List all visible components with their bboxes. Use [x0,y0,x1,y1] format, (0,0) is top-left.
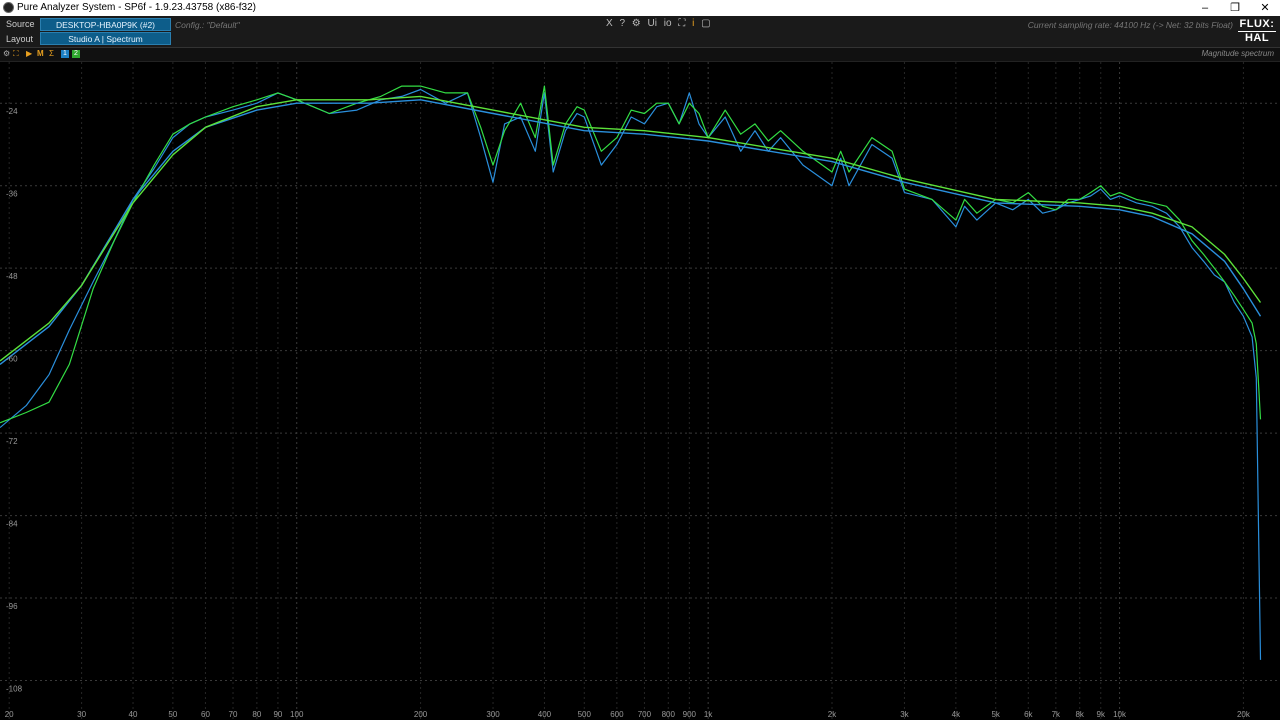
x-tick-label: 20k [1237,710,1251,719]
fullscreen-icon[interactable]: ⛶ [13,49,19,59]
minimize-button[interactable]: – [1190,0,1220,16]
ui-icon[interactable]: Ui [648,18,657,29]
x-tick-label: 50 [168,710,177,719]
header-bar: Source DESKTOP-HBA0P9K (#2) Layout Studi… [0,16,1280,48]
app-icon [3,2,14,13]
layout-label: Layout [6,34,34,44]
x-tick-label: 10k [1113,710,1127,719]
trace-1-chip[interactable]: 1 [61,50,69,58]
marker-icon[interactable]: M [37,49,44,59]
x-tick-label: 6k [1024,710,1033,719]
y-tick-label: -36 [6,190,18,199]
x-tick-label: 300 [486,710,500,719]
x-tick-label: 500 [578,710,592,719]
y-tick-label: -84 [6,520,18,529]
x-tick-label: 900 [683,710,697,719]
x-tick-label: 100 [290,710,304,719]
y-tick-label: -108 [6,685,23,694]
trace-2-line [0,85,1262,424]
x-tick-label: 8k [1075,710,1084,719]
info-icon[interactable]: i [692,18,694,29]
x-tick-label: 9k [1097,710,1106,719]
logo-top: FLUX: [1239,18,1275,30]
restore-button[interactable]: ❐ [1220,0,1250,16]
close-icon[interactable]: X [606,18,613,29]
x-tick-label: 400 [538,710,552,719]
close-button[interactable]: ✕ [1250,0,1280,16]
x-tick-label: 3k [900,710,909,719]
x-tick-label: 2k [828,710,837,719]
window-title: Pure Analyzer System - SP6f - 1.9.23.437… [17,2,257,13]
layout-selector[interactable]: Studio A | Spectrum [40,32,171,45]
x-tick-label: 5k [991,710,1000,719]
x-tick-label: 80 [252,710,261,719]
window-icon[interactable]: ▢ [701,18,710,29]
sum-icon[interactable]: Σ [49,49,54,59]
trace-2-smoothed-line [0,95,1262,362]
x-tick-label: 7k [1052,710,1061,719]
x-tick-label: 60 [201,710,210,719]
x-tick-label: 30 [77,710,86,719]
x-tick-label: 70 [229,710,238,719]
source-label: Source [6,19,35,29]
play-icon[interactable]: ▶ [26,49,32,59]
x-tick-label: 600 [610,710,624,719]
settings-icon[interactable]: ⚙ [3,49,10,59]
trace-2-chip[interactable]: 2 [72,50,80,58]
x-tick-label: 1k [704,710,713,719]
grid [0,62,1280,720]
config-label[interactable]: Config.: "Default" [175,20,240,30]
traces [0,85,1262,660]
settings-icon[interactable]: ⚙ [632,18,641,29]
view-toolbar: ⚙ ⛶ ▶ M Σ 1 2 Magnitude spectrum [0,48,1280,62]
y-tick-label: -24 [6,107,18,116]
io-icon[interactable]: io [664,18,672,29]
x-tick-label: 200 [414,710,428,719]
trace-1-smoothed-line [0,99,1262,365]
y-tick-label: -72 [6,437,18,446]
source-selector[interactable]: DESKTOP-HBA0P9K (#2) [40,18,171,31]
fullscreen-icon[interactable]: ⛶ [678,18,685,29]
y-tick-label: -60 [6,355,18,364]
tool-icons: X ? ⚙ Ui io ⛶ i ▢ [606,18,715,29]
y-tick-label: -48 [6,272,18,281]
y-tick-label: -96 [6,602,18,611]
x-tick-label: 800 [662,710,676,719]
trace-1-line [0,88,1262,660]
flux-hal-logo: FLUX: HAL [1238,18,1276,45]
title-bar: Pure Analyzer System - SP6f - 1.9.23.437… [0,0,1280,16]
x-tick-label: 20 [5,710,14,719]
help-icon[interactable]: ? [619,18,625,29]
x-tick-label: 4k [952,710,961,719]
sampling-rate: Current sampling rate: 44100 Hz (-> Net:… [1027,20,1233,30]
view-title: Magnitude spectrum [1201,49,1274,58]
logo-bottom: HAL [1238,31,1276,44]
spectrum-plot[interactable]: -24 -36 -48 -60 -72 -84 -96 -108 20 30 40 50 60 70 80 9… [0,62,1280,720]
tick-labels: -24 -36 -48 -60 -72 -84 -96 -108 20 30 40 50 60 70 80 9… [5,107,1251,719]
x-tick-label: 700 [638,710,652,719]
x-tick-label: 40 [129,710,138,719]
x-tick-label: 90 [273,710,282,719]
